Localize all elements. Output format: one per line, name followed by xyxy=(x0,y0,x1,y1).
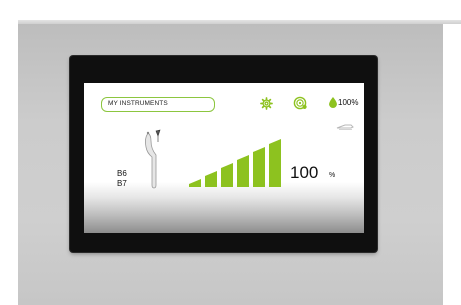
power-bar-6 xyxy=(269,139,281,187)
power-bar-3 xyxy=(221,163,233,187)
water-drop-icon xyxy=(329,97,337,108)
instrument-label-b7: B7 xyxy=(117,179,127,188)
power-bar-2 xyxy=(205,171,217,187)
power-unit: % xyxy=(329,172,336,179)
power-value: 100 xyxy=(290,163,319,182)
display-screen: MY INSTRUMENTS 100% B6 B7 100 % xyxy=(84,83,364,233)
water-level-value: 100% xyxy=(338,98,359,107)
power-bar-5 xyxy=(253,147,265,187)
instrument-label-b6: B6 xyxy=(117,169,127,178)
instrument-tip-icon xyxy=(144,129,161,189)
my-instruments-button[interactable]: MY INSTRUMENTS xyxy=(101,97,215,112)
power-level-bars[interactable] xyxy=(189,139,281,187)
spray-icon[interactable] xyxy=(293,96,307,110)
power-bar-1 xyxy=(189,179,201,187)
power-bar-4 xyxy=(237,155,249,187)
gear-icon[interactable] xyxy=(260,97,273,110)
handpiece-icon xyxy=(336,124,354,130)
